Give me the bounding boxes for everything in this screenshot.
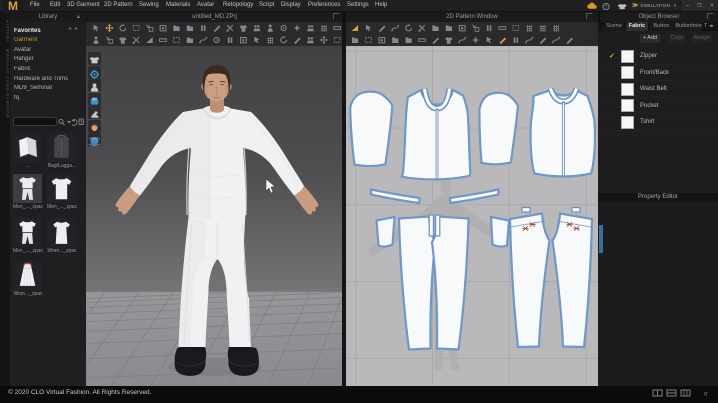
svg-text:σ: σ [704,392,708,398]
svg-text:?: ? [605,4,608,10]
